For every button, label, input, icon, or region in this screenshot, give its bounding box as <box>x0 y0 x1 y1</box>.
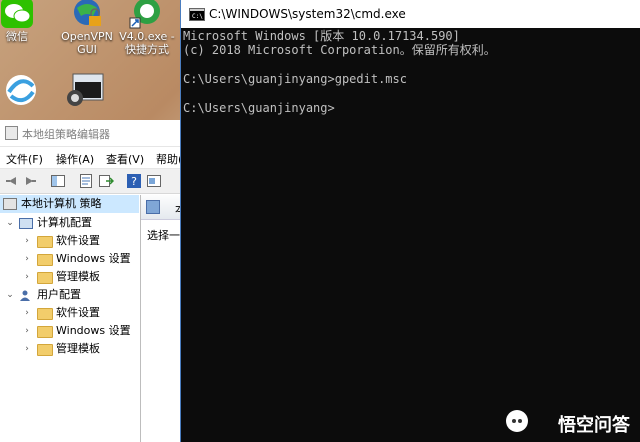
desktop-icon-label: 微信 <box>6 30 28 43</box>
cmd-console[interactable]: Microsoft Windows [版本 10.0.17134.590] (c… <box>183 28 639 438</box>
wechat-icon <box>0 0 37 32</box>
tree-item-label: Windows 设置 <box>56 324 131 337</box>
desktop-icon-label: V4.0.exe - 快捷方式 <box>119 30 175 56</box>
tree-item-computer-config[interactable]: ⌄ 计算机配置 <box>0 214 139 232</box>
menu-file[interactable]: 文件(F) <box>6 151 43 167</box>
folder-icon <box>37 326 53 338</box>
tree-item-label: Windows 设置 <box>56 252 131 265</box>
tree-root-label: 本地计算机 策略 <box>21 197 102 210</box>
tree-item-label: 计算机配置 <box>37 216 92 229</box>
console-line-prompt: C:\Users\guanjinyang> <box>183 101 335 115</box>
gpedit-toolbar: ? <box>0 168 185 194</box>
svg-text:?: ? <box>131 175 137 188</box>
gpedit-menu-bar: 文件(F) 操作(A) 查看(V) 帮助( <box>0 147 185 167</box>
ev-icon <box>1 72 41 108</box>
tree-item-user-windows-settings[interactable]: › Windows 设置 <box>0 322 139 340</box>
user-icon <box>20 289 30 301</box>
tree-item-label: 软件设置 <box>56 234 100 247</box>
details-header: 本 <box>141 195 186 220</box>
tree-item-label: 管理模板 <box>56 270 100 283</box>
shortcut-icon <box>127 0 167 32</box>
menu-help[interactable]: 帮助( <box>156 151 182 167</box>
chevron-down-icon[interactable]: ⌄ <box>5 214 15 232</box>
gpedit-app-icon <box>5 126 18 140</box>
computer-policy-icon <box>3 198 17 210</box>
desktop-icon-remote[interactable] <box>48 70 118 108</box>
menu-action[interactable]: 操作(A) <box>56 151 94 167</box>
policy-tree: 本地计算机 策略 ⌄ 计算机配置 › 软件设置 › Windows 设置 › 管… <box>0 195 141 442</box>
menu-view[interactable]: 查看(V) <box>106 151 144 167</box>
folder-icon <box>37 344 53 356</box>
filter-view-icon[interactable] <box>146 173 162 189</box>
help-icon[interactable]: ? <box>126 173 142 189</box>
watermark: 悟空问答 <box>506 410 630 436</box>
show-hide-tree-icon[interactable] <box>50 173 66 189</box>
console-line: (c) 2018 Microsoft Corporation。保留所有权利。 <box>183 43 496 57</box>
chevron-down-icon[interactable]: ⌄ <box>5 286 15 304</box>
tree-item-label: 管理模板 <box>56 342 100 355</box>
tree-item-label: 用户配置 <box>37 288 81 301</box>
chevron-right-icon[interactable]: › <box>22 268 32 286</box>
tree-root-local-computer-policy[interactable]: 本地计算机 策略 <box>0 195 139 213</box>
folder-icon <box>37 254 53 266</box>
computer-icon <box>19 218 33 229</box>
cmd-window: C:\ C:\WINDOWS\system32\cmd.exe Microsof… <box>180 0 640 442</box>
export-list-icon[interactable] <box>98 173 114 189</box>
chevron-right-icon[interactable]: › <box>22 232 32 250</box>
tree-item-computer-admin-templates[interactable]: › 管理模板 <box>0 268 139 286</box>
cmd-app-icon: C:\ <box>189 8 205 21</box>
svg-text:C:\: C:\ <box>192 13 203 20</box>
gpedit-title: 本地组策略编辑器 <box>22 128 110 141</box>
chevron-right-icon[interactable]: › <box>22 322 32 340</box>
chevron-right-icon[interactable]: › <box>22 304 32 322</box>
gpedit-window: 本地组策略编辑器 文件(F) 操作(A) 查看(V) 帮助( ? 本地计算机 策… <box>0 120 186 442</box>
console-line: Microsoft Windows [版本 10.0.17134.590] <box>183 29 460 43</box>
tree-item-user-software-settings[interactable]: › 软件设置 <box>0 304 139 322</box>
properties-icon[interactable] <box>78 173 94 189</box>
chevron-right-icon[interactable]: › <box>22 250 32 268</box>
details-pane: 本 选择一 <box>141 195 186 442</box>
folder-icon <box>37 308 53 320</box>
watermark-text: 悟空问答 <box>558 415 630 436</box>
chevron-right-icon[interactable]: › <box>22 340 32 358</box>
openvpn-icon <box>67 0 107 32</box>
gpedit-title-bar[interactable]: 本地组策略编辑器 <box>0 120 185 147</box>
cmd-title-bar[interactable]: C:\ C:\WINDOWS\system32\cmd.exe <box>181 0 640 28</box>
desktop-icon-shortcut[interactable]: V4.0.exe - 快捷方式 <box>112 0 182 56</box>
tree-item-label: 软件设置 <box>56 306 100 319</box>
remote-desktop-icon <box>63 70 104 106</box>
details-hint-text: 选择一 <box>147 229 180 242</box>
tree-item-computer-windows-settings[interactable]: › Windows 设置 <box>0 250 139 268</box>
forward-arrow-icon[interactable] <box>22 173 38 189</box>
folder-icon <box>37 236 53 248</box>
details-header-icon <box>146 200 160 214</box>
desktop-icon-wechat[interactable]: 微信 <box>0 0 52 43</box>
wukong-logo-icon <box>506 410 528 432</box>
tree-item-user-config[interactable]: ⌄ 用户配置 <box>0 286 139 304</box>
cmd-title: C:\WINDOWS\system32\cmd.exe <box>209 7 406 21</box>
back-arrow-icon[interactable] <box>4 173 20 189</box>
tree-item-user-admin-templates[interactable]: › 管理模板 <box>0 340 139 358</box>
tree-item-computer-software-settings[interactable]: › 软件设置 <box>0 232 139 250</box>
console-line: C:\Users\guanjinyang>gpedit.msc <box>183 72 407 86</box>
folder-icon <box>37 272 53 284</box>
